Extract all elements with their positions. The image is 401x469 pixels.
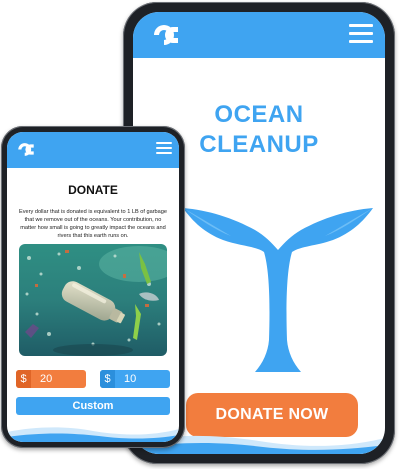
dollar-sign-label: $ [100, 370, 115, 388]
ocean-plastic-pollution-photo [19, 244, 167, 356]
donate-heading: DONATE [68, 183, 118, 197]
hamburger-menu-icon[interactable] [349, 24, 373, 43]
small-phone-mockup: DONATE Every dollar that is donated is e… [1, 126, 185, 448]
amount-value: 10 [124, 373, 137, 385]
donate-now-button[interactable]: DONATE NOW [186, 393, 358, 437]
amount-value: 20 [40, 373, 53, 385]
donate-description: Every dollar that is donated is equivale… [18, 209, 168, 239]
app-header [133, 12, 385, 58]
hamburger-menu-icon[interactable] [156, 142, 172, 156]
dollar-sign-label: $ [16, 370, 31, 388]
donation-amount-20-field[interactable]: $ 20 [16, 370, 86, 388]
whale-tail-illustration [183, 208, 373, 372]
oc-logo-icon[interactable] [152, 23, 180, 47]
title-line-1: OCEAN [214, 101, 304, 128]
wave-decoration [7, 427, 179, 442]
custom-amount-button[interactable]: Custom [16, 397, 170, 415]
small-phone-screen: DONATE Every dollar that is donated is e… [7, 132, 179, 442]
oc-logo-icon[interactable] [17, 141, 35, 158]
donation-amount-10-field[interactable]: $ 10 [100, 370, 170, 388]
app-header [7, 132, 179, 168]
